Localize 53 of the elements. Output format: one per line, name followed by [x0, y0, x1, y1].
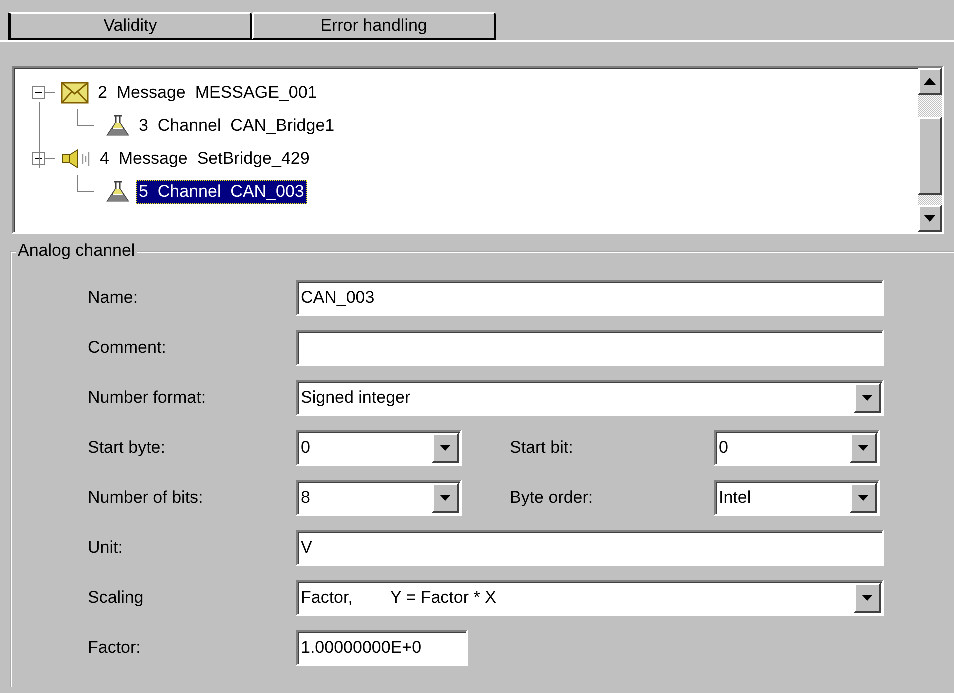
tree-connector [77, 109, 94, 126]
caret-icon [862, 395, 873, 401]
speaker-icon [61, 148, 91, 170]
scroll-thumb[interactable] [918, 117, 942, 195]
caret-icon [858, 445, 869, 451]
field-label: Factor: [88, 637, 142, 660]
dropdown-field[interactable]: 0 [296, 430, 462, 466]
dropdown-button[interactable] [432, 483, 459, 513]
dropdown-field[interactable]: 0 [714, 430, 880, 466]
input-field[interactable]: CAN_003 [296, 280, 884, 316]
tree-item[interactable]: 5 Channel CAN_003 [136, 180, 308, 204]
caret-icon [440, 445, 451, 451]
field-label: Start bit: [510, 437, 574, 460]
caret-icon [440, 495, 451, 501]
scrollbar[interactable] [918, 68, 942, 232]
down-arrow-icon [924, 215, 936, 222]
dropdown-field[interactable]: Factor, Y = Factor * X [296, 580, 884, 616]
flask-icon [106, 180, 130, 202]
caret-icon [862, 595, 873, 601]
up-arrow-icon [924, 78, 936, 85]
dropdown-field[interactable]: Intel [714, 480, 880, 516]
caret-icon [858, 495, 869, 501]
dropdown-button[interactable] [854, 583, 881, 613]
dropdown-button[interactable] [432, 433, 459, 463]
tab[interactable]: Validity [8, 12, 252, 40]
dropdown-button[interactable] [850, 483, 877, 513]
tree-item[interactable]: 4 Message SetBridge_429 [97, 146, 313, 170]
collapse-toggle[interactable] [32, 152, 45, 165]
envelope-icon [61, 82, 89, 104]
group-title: Analog channel [16, 241, 138, 261]
field-label: Scaling [88, 587, 145, 610]
flask-icon [106, 114, 130, 136]
field-label: Number format: [88, 387, 208, 410]
input-field[interactable]: V [296, 530, 884, 566]
field-label: Name: [88, 287, 140, 310]
tree-item[interactable]: 2 Message MESSAGE_001 [95, 80, 320, 104]
tree-item[interactable]: 3 Channel CAN_Bridge1 [136, 114, 338, 138]
tab[interactable]: Error handling [252, 12, 496, 40]
collapse-toggle[interactable] [32, 86, 45, 99]
dropdown-field[interactable]: Signed integer [296, 380, 884, 416]
field-label: Comment: [88, 337, 168, 360]
scroll-down-button[interactable] [918, 205, 942, 232]
field-label: Unit: [88, 537, 124, 560]
dropdown-field[interactable]: 8 [296, 480, 462, 516]
dropdown-button[interactable] [854, 383, 881, 413]
field-label: Byte order: [510, 487, 594, 510]
input-field[interactable] [296, 330, 884, 366]
input-field[interactable]: 1.00000000E+0 [296, 630, 468, 666]
field-label: Start byte: [88, 437, 166, 460]
dropdown-button[interactable] [850, 433, 877, 463]
tree-connector [77, 175, 94, 192]
field-label: Number of bits: [88, 487, 204, 510]
scroll-up-button[interactable] [918, 68, 942, 95]
